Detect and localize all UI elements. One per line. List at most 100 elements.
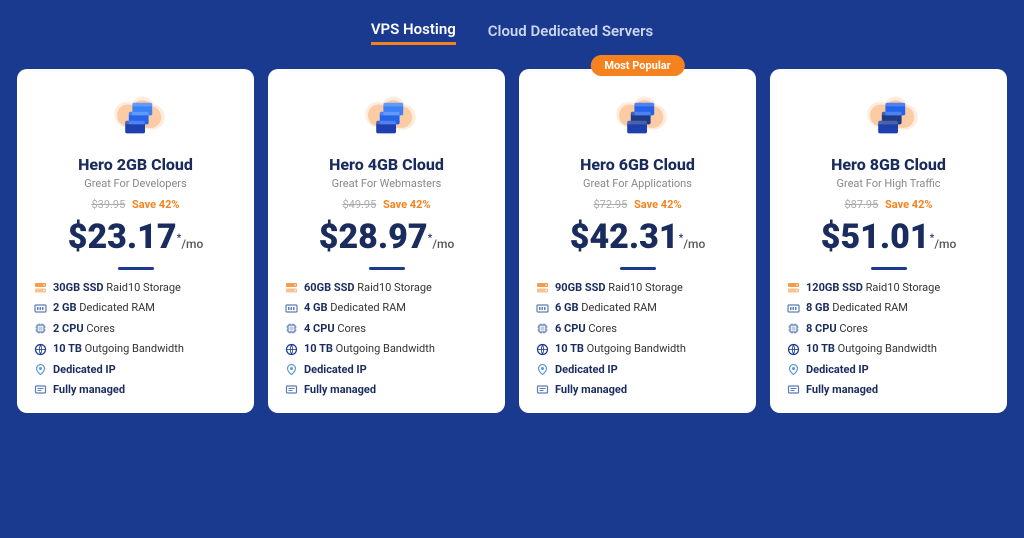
price-divider <box>620 267 656 270</box>
feature-icon-bw <box>786 342 800 356</box>
feature-icon-storage <box>284 281 298 295</box>
feature-text: 2 GB Dedicated RAM <box>53 300 155 315</box>
feature-bold: 120GB SSD <box>806 281 863 294</box>
feature-item: 90GB SSD Raid10 Storage <box>535 280 740 295</box>
feature-text: 10 TB Outgoing Bandwidth <box>53 341 184 356</box>
plans-grid: Hero 2GB CloudGreat For Developers $39.9… <box>17 69 1007 413</box>
save-label: Save 42% <box>634 198 682 211</box>
plan-icon <box>284 93 489 145</box>
feature-icon-bw <box>284 342 298 356</box>
feature-icon-managed <box>786 383 800 397</box>
feature-bold: 6 GB <box>555 301 579 314</box>
feature-bold: Dedicated IP <box>304 363 367 376</box>
feature-bold: Fully managed <box>304 383 376 396</box>
plan-tagline: Great For High Traffic <box>786 177 991 190</box>
feature-bold: 10 TB <box>806 342 835 355</box>
per-mo: /mo <box>181 237 203 251</box>
feature-item: 120GB SSD Raid10 Storage <box>786 280 991 295</box>
original-price: $87.95 Save 42% <box>786 198 991 211</box>
feature-icon-cpu <box>535 322 549 336</box>
feature-text: 2 CPU Cores <box>53 321 115 336</box>
feature-icon-bw <box>535 342 549 356</box>
features-list: 90GB SSD Raid10 Storage 6 GB Dedicated R… <box>535 280 740 397</box>
original-price: $39.95 Save 42% <box>33 198 238 211</box>
feature-bold: 4 GB <box>304 301 328 314</box>
price-divider <box>369 267 405 270</box>
feature-bold: Fully managed <box>555 383 627 396</box>
feature-item: 4 CPU Cores <box>284 321 489 336</box>
feature-bold: 6 CPU <box>555 322 586 335</box>
feature-item: 2 CPU Cores <box>33 321 238 336</box>
feature-item: 10 TB Outgoing Bandwidth <box>33 341 238 356</box>
feature-bold: 90GB SSD <box>555 281 606 294</box>
feature-icon-cpu <box>284 322 298 336</box>
feature-icon-ip <box>786 363 800 377</box>
feature-icon-bw <box>33 342 47 356</box>
per-mo: /mo <box>432 237 454 251</box>
plan-icon <box>535 93 740 145</box>
feature-icon-ip <box>535 363 549 377</box>
strikethrough-price: $72.95 <box>593 198 627 211</box>
feature-icon-managed <box>284 383 298 397</box>
tab-vps-hosting[interactable]: VPS Hosting <box>371 20 456 45</box>
feature-icon-ram <box>535 301 549 315</box>
plan-tagline: Great For Webmasters <box>284 177 489 190</box>
feature-icon-ram <box>284 301 298 315</box>
feature-bold: 2 CPU <box>53 322 84 335</box>
price-amount: $28.97 <box>319 217 428 257</box>
features-list: 60GB SSD Raid10 Storage 4 GB Dedicated R… <box>284 280 489 397</box>
feature-icon-storage <box>33 281 47 295</box>
plan-price: $28.97*/mo <box>284 217 489 257</box>
feature-text: 120GB SSD Raid10 Storage <box>806 280 940 295</box>
feature-item: 6 CPU Cores <box>535 321 740 336</box>
feature-bold: Dedicated IP <box>806 363 869 376</box>
feature-bold: Dedicated IP <box>555 363 618 376</box>
plan-tagline: Great For Developers <box>33 177 238 190</box>
feature-bold: 2 GB <box>53 301 77 314</box>
feature-text: 60GB SSD Raid10 Storage <box>304 280 432 295</box>
feature-icon-storage <box>535 281 549 295</box>
feature-bold: 60GB SSD <box>304 281 355 294</box>
plan-tagline: Great For Applications <box>535 177 740 190</box>
save-label: Save 42% <box>132 198 180 211</box>
feature-item: Fully managed <box>33 382 238 397</box>
plan-name: Hero 8GB Cloud <box>786 155 991 174</box>
feature-text: Fully managed <box>304 382 376 397</box>
feature-bold: 8 GB <box>806 301 830 314</box>
tab-cloud-dedicated-servers[interactable]: Cloud Dedicated Servers <box>488 22 653 44</box>
feature-text: Dedicated IP <box>304 362 367 377</box>
feature-icon-cpu <box>786 322 800 336</box>
feature-item: Dedicated IP <box>535 362 740 377</box>
feature-text: Dedicated IP <box>806 362 869 377</box>
per-mo: /mo <box>934 237 956 251</box>
feature-item: Fully managed <box>786 382 991 397</box>
feature-item: Dedicated IP <box>786 362 991 377</box>
feature-icon-ip <box>33 363 47 377</box>
feature-item: 30GB SSD Raid10 Storage <box>33 280 238 295</box>
feature-text: 6 CPU Cores <box>555 321 617 336</box>
feature-bold: Fully managed <box>53 383 125 396</box>
plan-card-hero-4gb: Hero 4GB CloudGreat For Webmasters $49.9… <box>268 69 505 413</box>
feature-item: 8 CPU Cores <box>786 321 991 336</box>
feature-text: 10 TB Outgoing Bandwidth <box>555 341 686 356</box>
plan-card-hero-8gb: Hero 8GB Cloud Great For High Traffic $87… <box>770 69 1007 413</box>
tab-bar: VPS Hosting Cloud Dedicated Servers <box>371 20 653 45</box>
original-price: $49.95 Save 42% <box>284 198 489 211</box>
feature-icon-cpu <box>33 322 47 336</box>
plan-price: $51.01*/mo <box>786 217 991 257</box>
save-label: Save 42% <box>383 198 431 211</box>
feature-icon-ip <box>284 363 298 377</box>
feature-text: Fully managed <box>555 382 627 397</box>
feature-bold: 10 TB <box>555 342 584 355</box>
feature-bold: 8 CPU <box>806 322 837 335</box>
feature-bold: Dedicated IP <box>53 363 116 376</box>
feature-item: 6 GB Dedicated RAM <box>535 300 740 315</box>
strikethrough-price: $39.95 <box>91 198 125 211</box>
plan-name: Hero 6GB Cloud <box>535 155 740 174</box>
per-mo: /mo <box>683 237 705 251</box>
feature-bold: 30GB SSD <box>53 281 104 294</box>
feature-text: Dedicated IP <box>555 362 618 377</box>
plan-card-hero-6gb: Most Popular Hero 6GB CloudGreat For App… <box>519 69 756 413</box>
feature-text: Dedicated IP <box>53 362 116 377</box>
feature-item: 10 TB Outgoing Bandwidth <box>535 341 740 356</box>
